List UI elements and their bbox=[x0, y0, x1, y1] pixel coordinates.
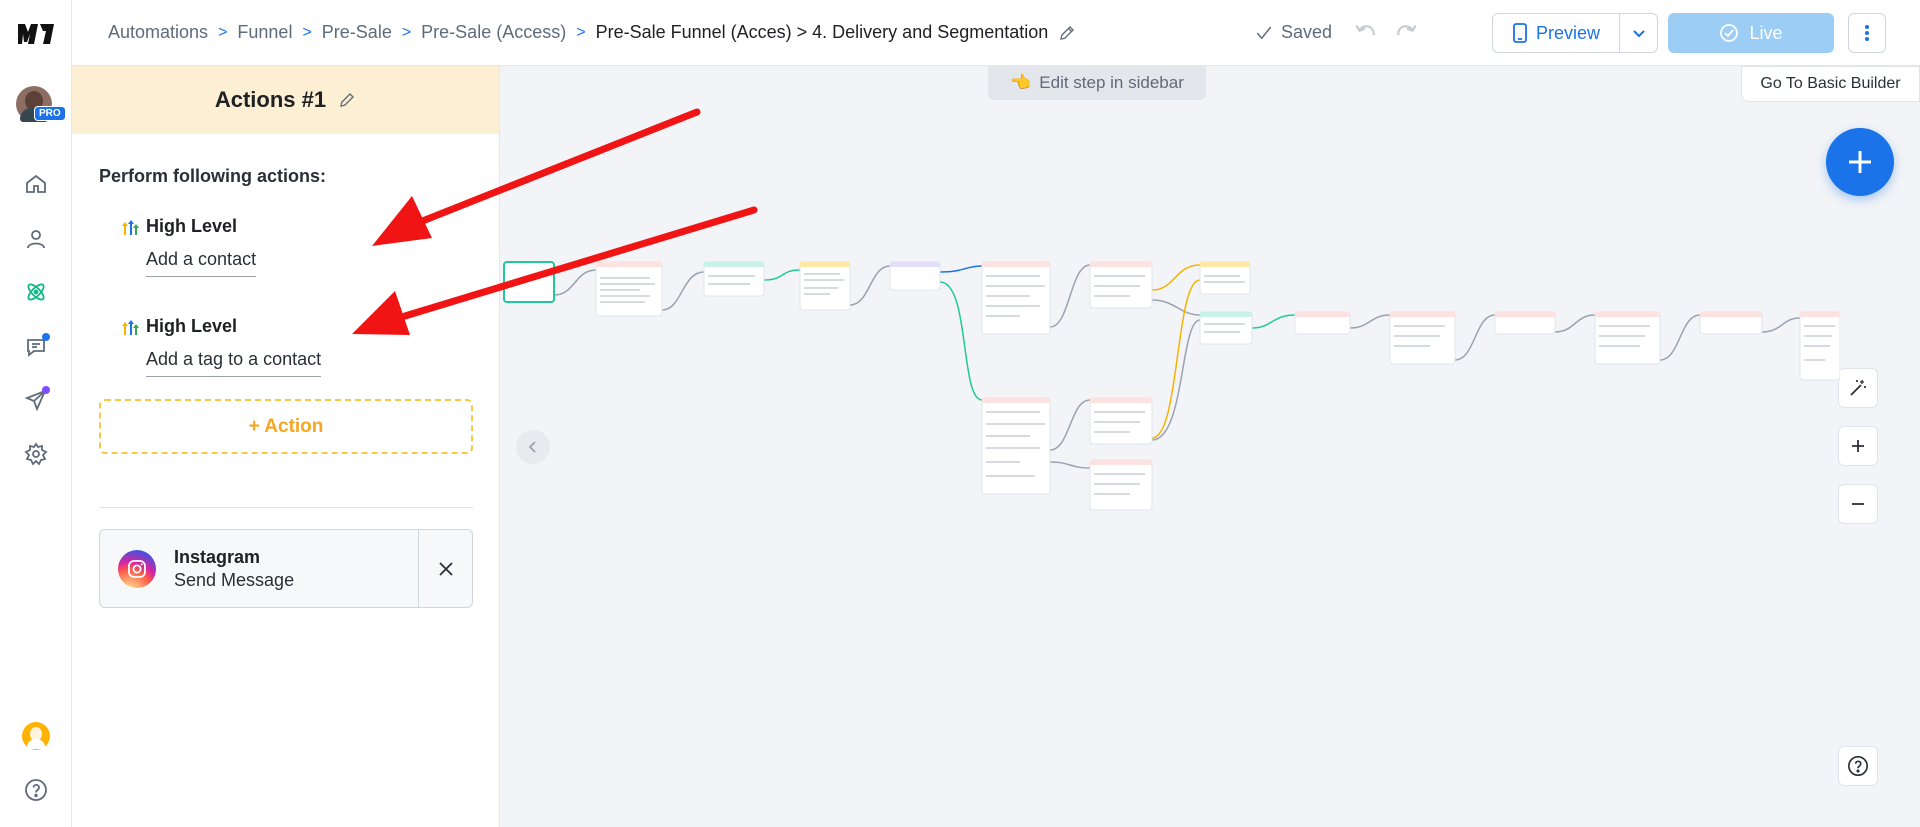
plus-icon bbox=[1849, 151, 1871, 173]
account-avatar[interactable]: PRO bbox=[16, 86, 66, 122]
breadcrumb-automations[interactable]: Automations bbox=[108, 22, 208, 43]
breadcrumb-pre-sale[interactable]: Pre-Sale bbox=[322, 22, 392, 43]
panel-subtitle: Perform following actions: bbox=[99, 166, 327, 186]
zoom-out-button[interactable] bbox=[1838, 484, 1878, 524]
magic-wand-icon bbox=[1850, 380, 1866, 396]
help-icon[interactable] bbox=[22, 776, 50, 804]
contacts-icon[interactable] bbox=[22, 225, 50, 253]
left-rail: PRO bbox=[0, 0, 72, 827]
plus-icon bbox=[1852, 440, 1864, 452]
minus-icon bbox=[1852, 503, 1864, 505]
top-bar: Automations > Funnel > Pre-Sale > Pre-Sa… bbox=[72, 0, 1920, 66]
highlevel-icon bbox=[122, 219, 139, 235]
pointing-hand-icon: 👈 bbox=[1010, 73, 1032, 92]
add-step-button[interactable] bbox=[1826, 128, 1894, 196]
divider bbox=[99, 507, 473, 508]
phone-icon bbox=[1513, 23, 1527, 43]
breadcrumb-funnel[interactable]: Funnel bbox=[237, 22, 292, 43]
live-label: Live bbox=[1749, 22, 1783, 43]
user-avatar[interactable] bbox=[22, 722, 50, 750]
preview-label: Preview bbox=[1535, 22, 1601, 43]
next-step-main[interactable]: Instagram Send Message bbox=[100, 530, 418, 607]
close-icon bbox=[438, 561, 453, 576]
redo-icon[interactable] bbox=[1394, 20, 1420, 46]
preview-button[interactable]: Preview bbox=[1493, 14, 1619, 52]
action-item[interactable]: High Level Add a contact bbox=[120, 216, 257, 277]
chevron-right-icon: > bbox=[401, 23, 412, 41]
manychat-logo[interactable] bbox=[16, 18, 56, 48]
panel-title: Actions #1 bbox=[214, 87, 327, 112]
chevron-right-icon: > bbox=[576, 23, 586, 41]
go-live-button[interactable]: Live bbox=[1668, 13, 1834, 53]
home-icon[interactable] bbox=[22, 170, 50, 198]
automation-icon[interactable] bbox=[22, 278, 50, 306]
question-icon bbox=[1848, 756, 1868, 776]
preview-button-group: Preview bbox=[1492, 13, 1658, 53]
pencil-icon[interactable] bbox=[338, 91, 356, 109]
kebab-icon bbox=[1865, 25, 1869, 41]
settings-icon[interactable] bbox=[22, 440, 50, 468]
check-circle-icon bbox=[1720, 24, 1739, 42]
chevron-right-icon: > bbox=[218, 23, 228, 41]
next-step-title: Instagram bbox=[174, 546, 261, 567]
instagram-icon bbox=[118, 549, 156, 588]
broadcast-icon[interactable] bbox=[22, 386, 50, 414]
pro-badge: PRO bbox=[34, 106, 66, 121]
action-provider: High Level bbox=[146, 216, 238, 236]
flow-diagram bbox=[503, 261, 1840, 511]
more-options-button[interactable] bbox=[1848, 13, 1886, 53]
magic-arrange-button[interactable] bbox=[1838, 368, 1878, 408]
save-status: Saved bbox=[1255, 22, 1332, 43]
highlevel-icon bbox=[122, 319, 139, 335]
chat-icon[interactable] bbox=[22, 333, 50, 361]
chevron-right-icon: > bbox=[302, 23, 312, 41]
action-description[interactable]: Add a contact bbox=[146, 249, 257, 277]
check-icon bbox=[1256, 26, 1272, 39]
rename-pencil-icon[interactable] bbox=[1058, 24, 1076, 42]
remove-next-step-button[interactable] bbox=[418, 530, 472, 607]
action-item[interactable]: High Level Add a tag to a contact bbox=[120, 316, 322, 377]
edit-step-label: Edit step in sidebar bbox=[1039, 73, 1184, 92]
breadcrumb-current: Pre-Sale Funnel (Acces) > 4. Delivery an… bbox=[595, 22, 1049, 42]
panel-header: Actions #1 bbox=[72, 66, 499, 134]
canvas-help-button[interactable] bbox=[1838, 746, 1878, 786]
basic-builder-button[interactable]: Go To Basic Builder bbox=[1741, 66, 1920, 102]
step-sidebar: Actions #1 Perform following actions: Hi… bbox=[72, 66, 500, 827]
edit-step-hint: 👈 Edit step in sidebar bbox=[988, 66, 1206, 100]
add-action-button[interactable]: + Action bbox=[99, 399, 473, 454]
action-provider: High Level bbox=[146, 316, 238, 336]
preview-dropdown[interactable] bbox=[1619, 14, 1657, 52]
next-step-subtitle: Send Message bbox=[174, 569, 295, 590]
chevron-down-icon bbox=[1632, 30, 1645, 38]
undo-icon[interactable] bbox=[1352, 20, 1378, 46]
breadcrumb-pre-sale-access[interactable]: Pre-Sale (Access) bbox=[421, 22, 566, 43]
action-description[interactable]: Add a tag to a contact bbox=[146, 349, 322, 377]
breadcrumb: Automations > Funnel > Pre-Sale > Pre-Sa… bbox=[108, 22, 1076, 43]
saved-label: Saved bbox=[1281, 22, 1333, 42]
zoom-in-button[interactable] bbox=[1838, 426, 1878, 466]
next-step-card[interactable]: Instagram Send Message bbox=[99, 529, 473, 608]
